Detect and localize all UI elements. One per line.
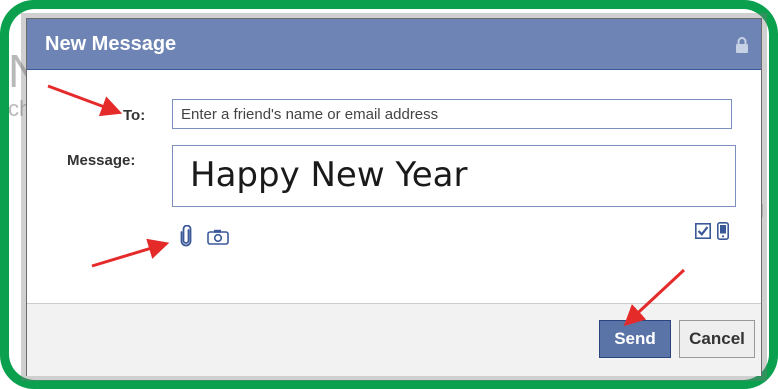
dialog-title: New Message — [45, 33, 177, 55]
lock-icon — [736, 37, 748, 53]
message-label: Message: — [67, 152, 136, 169]
camera-icon[interactable] — [207, 229, 229, 245]
to-label: To: — [123, 107, 146, 124]
mobile-phone-icon[interactable] — [717, 222, 729, 240]
to-recipient-input[interactable] — [172, 99, 732, 129]
checkbox-checked-icon[interactable] — [695, 223, 711, 239]
paperclip-icon[interactable] — [179, 225, 193, 247]
cancel-button[interactable]: Cancel — [679, 320, 755, 358]
message-text: Happy New Year — [190, 155, 468, 195]
message-textarea[interactable]: Happy New Year — [172, 145, 736, 207]
dialog-titlebar: New Message — [27, 19, 761, 70]
send-button[interactable]: Send — [599, 320, 671, 358]
new-message-dialog: New Message To: Message: Happy New Year … — [26, 18, 762, 376]
